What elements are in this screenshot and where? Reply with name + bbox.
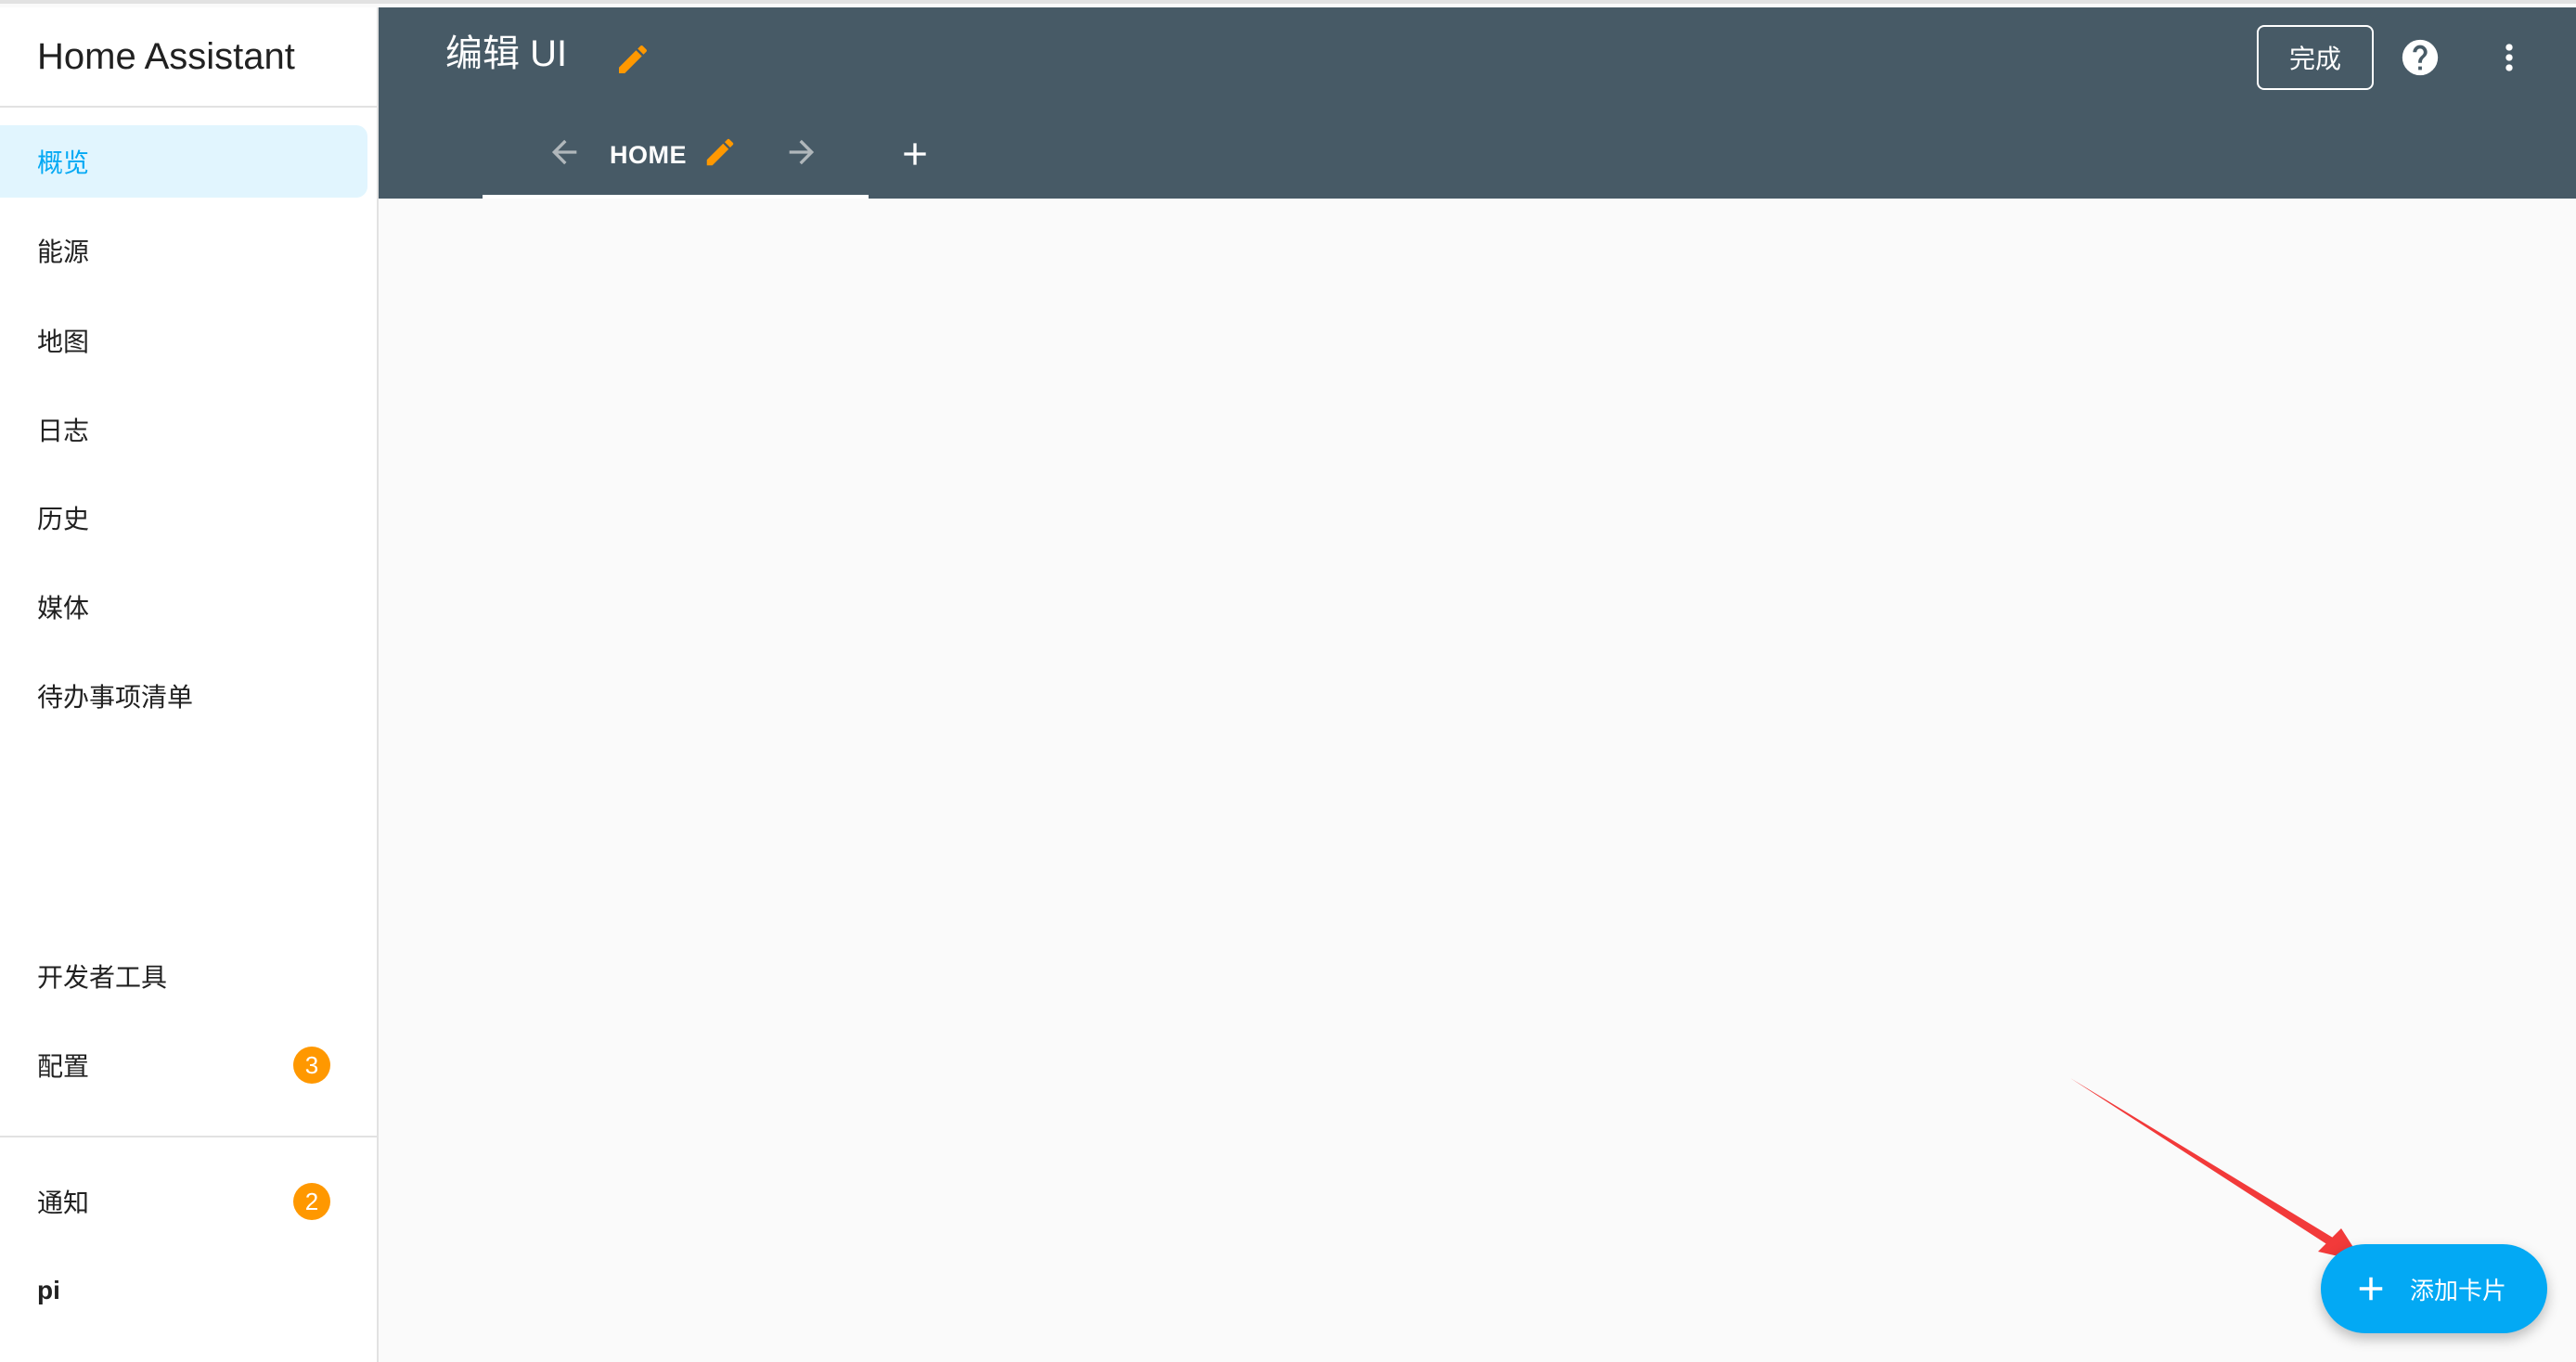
plus-icon[interactable] [895,134,935,174]
sidebar-item-label: 地图 [37,328,90,356]
sidebar-item-energy[interactable]: 能源 [0,214,367,287]
sidebar-item-config[interactable]: 配置 3 [0,1029,367,1101]
sidebar-item-label: 能源 [37,238,90,266]
done-button[interactable]: 完成 [2257,25,2374,90]
dashboard-content [379,199,2576,1358]
arrow-left-icon[interactable] [546,134,583,171]
add-card-button[interactable]: 添加卡片 [2321,1244,2547,1333]
sidebar-item-notifications[interactable]: 通知 2 [0,1165,367,1238]
pencil-icon[interactable] [702,134,739,171]
sidebar-item-label: 历史 [37,505,90,533]
sidebar-item-label: 配置 [37,1052,90,1081]
app-title: Home Assistant [0,7,377,108]
notifications-badge: 2 [293,1183,330,1220]
tab-label: HOME [610,141,687,169]
sidebar-item-user[interactable]: pi [0,1254,367,1327]
help-circle-icon[interactable] [2398,35,2442,80]
sidebar-item-label: 待办事项清单 [37,683,194,712]
sidebar-item-media[interactable]: 媒体 [0,571,367,643]
sidebar-item-logbook[interactable]: 日志 [0,393,367,466]
page-title: 编辑 UI [445,33,568,74]
dots-vertical-icon[interactable] [2487,35,2531,80]
sidebar-item-todo[interactable]: 待办事项清单 [0,660,367,732]
add-card-label: 添加卡片 [2410,1276,2507,1304]
sidebar-item-label: 日志 [37,417,90,445]
edit-toolbar: 编辑 UI 完成 HOME [379,7,2576,199]
user-name: pi [37,1276,60,1304]
plus-icon [2351,1268,2391,1309]
sidebar-item-label: 概览 [37,148,90,177]
sidebar-item-history[interactable]: 历史 [0,482,367,554]
pencil-icon[interactable] [612,39,653,80]
sidebar-item-label: 通知 [37,1189,90,1217]
sidebar-item-overview[interactable]: 概览 [0,125,367,198]
sidebar-divider [0,1136,377,1137]
sidebar-item-developer-tools[interactable]: 开发者工具 [0,940,367,1012]
config-badge: 3 [293,1047,330,1084]
tab-home[interactable]: HOME [483,115,869,199]
arrow-right-icon[interactable] [783,134,820,171]
sidebar: Home Assistant 概览 能源 地图 日志 历史 媒体 待办事项清单 … [0,7,379,1362]
sidebar-item-map[interactable]: 地图 [0,304,367,377]
sidebar-item-label: 媒体 [37,594,90,623]
sidebar-item-label: 开发者工具 [37,963,168,992]
